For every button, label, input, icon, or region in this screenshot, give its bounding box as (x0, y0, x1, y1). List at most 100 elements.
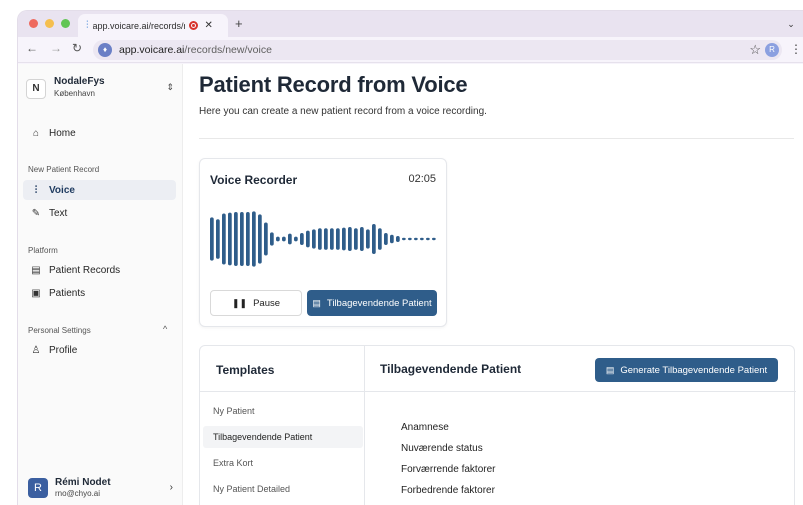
close-window-icon[interactable] (29, 19, 38, 28)
url-path: /records/new/voice (184, 44, 272, 56)
waveform-bar (432, 237, 436, 241)
document-icon: ▤ (605, 364, 615, 375)
browser-tab[interactable]: ⫶ app.voicare.ai/records/ne ✕ (78, 14, 228, 37)
site-info-icon[interactable]: ♦ (98, 43, 112, 57)
sidebar-item-label: Patient Records (49, 264, 121, 276)
profile-avatar[interactable]: R (765, 43, 779, 57)
sidebar-item-profile[interactable]: ♙ Profile (23, 340, 176, 360)
waveform-bar (300, 233, 304, 245)
org-city: København (54, 89, 95, 98)
waveform-bar (378, 228, 382, 250)
template-field: Anamnese (401, 422, 449, 433)
waveform-bar (390, 234, 394, 244)
templates-card: Templates Ny Patient Tilbagevendende Pati… (199, 345, 796, 505)
waveform-bar (294, 236, 298, 242)
sidebar-item-home[interactable]: ⌂ Home (23, 123, 176, 143)
avatar: R (28, 478, 48, 498)
generate-label: Generate Tilbagevendende Patient (620, 364, 768, 376)
waveform-bar (288, 233, 292, 245)
org-name: NodaleFys (54, 76, 105, 87)
waveform-bar (270, 232, 274, 246)
voice-recorder-card: Voice Recorder 02:05 ❚❚ Pause ▤ Tilbagev… (199, 158, 447, 327)
waveform-bar (330, 228, 334, 250)
waveform-bar (240, 212, 244, 266)
tab-strip: ⫶ app.voicare.ai/records/ne ✕ + ⌄ (18, 11, 803, 37)
browser-menu-icon[interactable]: ⋮ (790, 42, 802, 56)
returning-patient-button[interactable]: ▤ Tilbagevendende Patient (307, 290, 437, 316)
document-icon: ▤ (312, 297, 321, 308)
waveform-bar (366, 229, 370, 249)
waveform-favicon-icon: ⫶ (86, 20, 89, 31)
forward-arrow-icon[interactable]: → (50, 41, 62, 55)
waveform-bar (420, 237, 424, 241)
chevron-up-down-icon: ⇕ (166, 82, 174, 92)
templates-list-panel: Templates Ny Patient Tilbagevendende Pati… (200, 346, 365, 505)
recording-timer: 02:05 (408, 173, 436, 185)
maximize-window-icon[interactable] (61, 19, 70, 28)
address-bar[interactable]: ♦ app.voicare.ai/records/new/voice ☆ (93, 40, 782, 60)
waveform-bar (318, 228, 322, 250)
template-item[interactable]: Ny Patient Detailed (203, 478, 363, 500)
template-field: Forværrende faktorer (401, 464, 496, 475)
edit-icon: ✎ (31, 207, 41, 219)
generate-button[interactable]: ▤ Generate Tilbagevendende Patient (595, 358, 778, 382)
waveform-bar (360, 227, 364, 251)
template-item[interactable]: Extra Kort (203, 452, 363, 474)
user-menu[interactable]: R Rémi Nodet rno@chyo.ai › (26, 476, 176, 500)
org-badge: N (26, 79, 46, 99)
contact-icon: ▣ (31, 287, 41, 299)
close-tab-icon[interactable]: ✕ (205, 20, 213, 31)
back-arrow-icon[interactable]: ← (26, 41, 38, 55)
reload-icon[interactable]: ↻ (72, 41, 82, 55)
sidebar-item-text[interactable]: ✎ Text (23, 203, 176, 223)
page-subtitle: Here you can create a new patient record… (199, 106, 487, 117)
organization-switcher[interactable]: N NodaleFys København ⇕ (26, 74, 176, 104)
waveform-bar (252, 211, 256, 267)
waveform-bar (228, 212, 232, 266)
collapse-chevron-icon[interactable]: ^ (163, 324, 167, 334)
template-field: Nuværende status (401, 443, 483, 454)
user-icon: ♙ (31, 344, 41, 356)
pause-button[interactable]: ❚❚ Pause (210, 290, 302, 316)
waveform-bar (348, 227, 352, 251)
sidebar-item-voice[interactable]: ⫶ Voice (23, 180, 176, 200)
waveform-bar (246, 212, 250, 266)
tab-search-chevron-icon[interactable]: ⌄ (784, 17, 798, 31)
new-tab-button[interactable]: + (235, 16, 243, 31)
browser-window: ⫶ app.voicare.ai/records/ne ✕ + ⌄ ← → ↻ … (17, 10, 803, 505)
waveform-bar (384, 233, 388, 245)
document-icon: ▤ (31, 264, 41, 276)
waveform-bar (312, 229, 316, 249)
waveform-bar (258, 214, 262, 264)
sidebar-item-patient-records[interactable]: ▤ Patient Records (23, 260, 176, 280)
waveform-bar (222, 213, 226, 265)
waveform-bar (210, 217, 214, 261)
templates-heading: Templates (216, 363, 275, 377)
waveform-bar (396, 236, 400, 242)
divider (199, 138, 794, 139)
template-item[interactable]: Ny Patient (203, 400, 363, 422)
template-detail-header: Tilbagevendende Patient ▤ Generate Tilba… (365, 346, 796, 392)
app-content: N NodaleFys København ⇕ ⌂ Home New Patie… (18, 64, 803, 505)
sidebar-item-label: Profile (49, 344, 78, 356)
sidebar: N NodaleFys København ⇕ ⌂ Home New Patie… (18, 64, 183, 505)
bookmark-star-icon[interactable]: ☆ (749, 42, 761, 58)
waveform-bar (324, 228, 328, 250)
tab-title: app.voicare.ai/records/ne (92, 20, 185, 31)
sidebar-item-patients[interactable]: ▣ Patients (23, 283, 176, 303)
waveform-bar (414, 237, 418, 241)
home-icon: ⌂ (32, 127, 40, 139)
waveform-bar (276, 236, 280, 242)
waveform-bar (264, 222, 268, 256)
waveform-bar (216, 219, 220, 259)
pause-label: Pause (253, 297, 281, 309)
page-title: Patient Record from Voice (199, 72, 468, 97)
waveform-visualizer (210, 211, 436, 267)
minimize-window-icon[interactable] (45, 19, 54, 28)
audio-wave-icon: ⫶ (34, 184, 38, 196)
waveform-bar (306, 230, 310, 248)
recorder-title: Voice Recorder (210, 173, 298, 187)
section-platform: Platform (28, 246, 58, 255)
waveform-bar (426, 237, 430, 241)
template-item[interactable]: Tilbagevendende Patient (203, 426, 363, 448)
